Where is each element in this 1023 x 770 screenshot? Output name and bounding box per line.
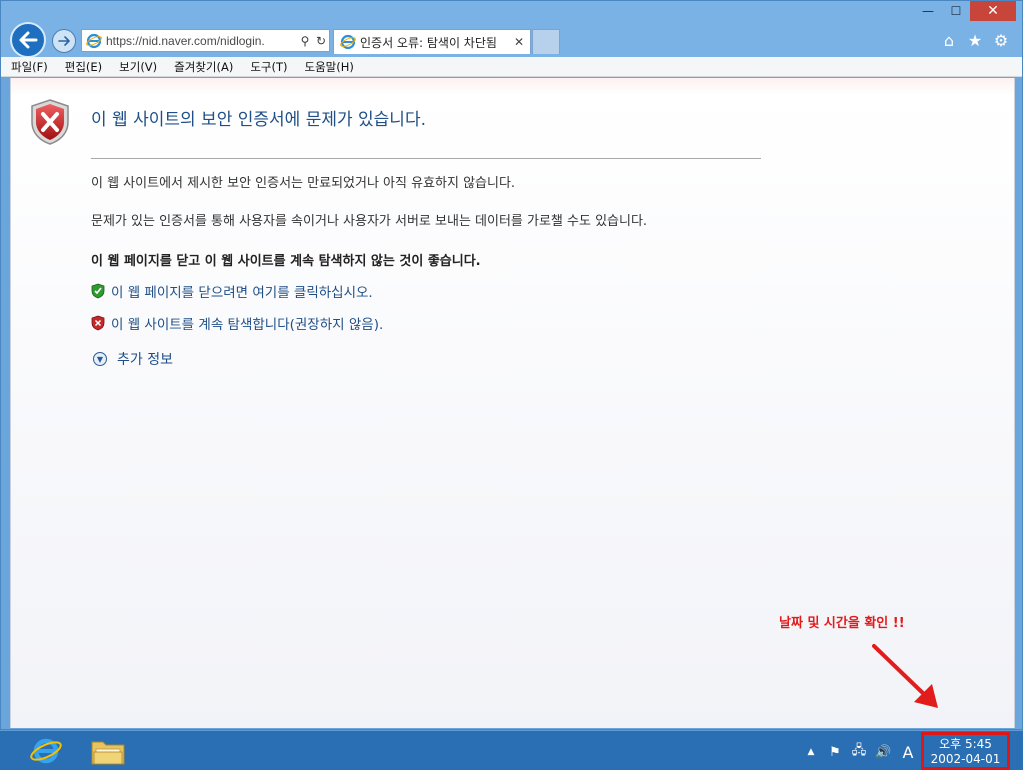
refresh-icon[interactable]: ↻	[313, 33, 329, 49]
clock[interactable]: 오후 5:45 2002-04-01	[921, 732, 1010, 770]
risk-description: 문제가 있는 인증서를 통해 사용자를 속이거나 사용자가 서버로 보내는 데이…	[91, 214, 648, 229]
menu-tools[interactable]: 도구(T)	[250, 59, 287, 75]
tab-active[interactable]: 인증서 오류: 탐색이 차단됨 ✕	[333, 29, 531, 54]
action-center-flag-icon[interactable]: ⚑	[827, 745, 843, 760]
error-description: 이 웹 사이트에서 제시한 보안 인증서는 만료되었거나 아직 유효하지 않습니…	[91, 176, 516, 191]
maximize-button[interactable]: ☐	[942, 1, 970, 21]
favorites-star-icon[interactable]: ★	[966, 31, 984, 50]
window-controls: — ☐ ✕	[914, 1, 1016, 23]
browser-toolbar-icons: ⌂ ★ ⚙	[940, 31, 1010, 50]
menu-file[interactable]: 파일(F)	[11, 59, 48, 75]
more-info-toggle[interactable]: ▼ 추가 정보	[93, 349, 173, 369]
search-icon[interactable]: ⚲	[297, 33, 313, 49]
tab-close-icon[interactable]: ✕	[514, 35, 530, 49]
clock-time: 오후 5:45	[939, 737, 992, 751]
system-tray: ▲ ⚑ 🖧 🔊 A	[803, 741, 917, 763]
ime-indicator[interactable]: A	[899, 743, 917, 762]
annotation-text: 날짜 및 시간을 확인 !!	[779, 616, 905, 631]
more-info-label[interactable]: 추가 정보	[117, 349, 173, 369]
annotation-arrow-icon	[872, 644, 938, 708]
tab-title: 인증서 오류: 탐색이 차단됨	[360, 35, 497, 50]
back-arrow-icon	[19, 31, 38, 49]
tools-gear-icon[interactable]: ⚙	[992, 31, 1010, 50]
recommendation-text: 이 웹 페이지를 닫고 이 웹 사이트를 계속 탐색하지 않는 것이 좋습니다.	[91, 254, 481, 269]
minimize-button[interactable]: —	[914, 1, 942, 21]
taskbar-explorer-button[interactable]	[86, 734, 130, 768]
network-icon[interactable]: 🖧	[851, 741, 867, 763]
red-shield-icon	[91, 315, 105, 331]
show-hidden-icons-icon[interactable]: ▲	[803, 747, 819, 757]
address-bar[interactable]: https://nid.naver.com/nidlogin. ⚲ ↻	[81, 29, 330, 52]
menu-favorites[interactable]: 즐겨찾기(A)	[174, 59, 233, 75]
folder-icon	[91, 741, 125, 765]
error-shield-icon	[31, 99, 69, 145]
url-text[interactable]: https://nid.naver.com/nidlogin.	[106, 34, 297, 48]
taskbar-ie-button[interactable]	[26, 734, 66, 768]
continue-site-link-row[interactable]: 이 웹 사이트를 계속 탐색합니다(권장하지 않음).	[91, 313, 383, 333]
taskbar: ▲ ⚑ 🖧 🔊 A 오후 5:45 2002-04-01	[0, 730, 1023, 770]
close-window-button[interactable]: ✕	[970, 1, 1016, 21]
divider	[91, 158, 761, 159]
title-bar: — ☐ ✕ https://nid.naver.com/nidlogin. ⚲ …	[1, 1, 1022, 58]
green-shield-icon	[91, 283, 105, 299]
volume-icon[interactable]: 🔊	[875, 745, 891, 760]
menu-help[interactable]: 도움말(H)	[305, 59, 354, 75]
close-page-link[interactable]: 이 웹 페이지를 닫으려면 여기를 클릭하십시오.	[111, 281, 373, 301]
forward-button[interactable]	[52, 29, 76, 53]
ie-page-icon	[86, 33, 102, 48]
close-page-link-row[interactable]: 이 웹 페이지를 닫으려면 여기를 클릭하십시오.	[91, 281, 373, 301]
back-button[interactable]	[10, 22, 46, 58]
expand-chevron-icon: ▼	[93, 352, 107, 366]
forward-arrow-icon	[58, 36, 70, 46]
home-icon[interactable]: ⌂	[940, 31, 958, 50]
menu-view[interactable]: 보기(V)	[119, 59, 157, 75]
menu-edit[interactable]: 편집(E)	[65, 59, 102, 75]
clock-date: 2002-04-01	[930, 752, 1001, 766]
ie-tab-icon	[340, 34, 356, 50]
menu-bar: 파일(F) 편집(E) 보기(V) 즐겨찾기(A) 도구(T) 도움말(H)	[1, 57, 1022, 77]
new-tab-button[interactable]	[532, 29, 560, 54]
internet-explorer-icon	[30, 738, 62, 764]
page-title: 이 웹 사이트의 보안 인증서에 문제가 있습니다.	[91, 110, 426, 130]
continue-site-link[interactable]: 이 웹 사이트를 계속 탐색합니다(권장하지 않음).	[111, 313, 383, 333]
